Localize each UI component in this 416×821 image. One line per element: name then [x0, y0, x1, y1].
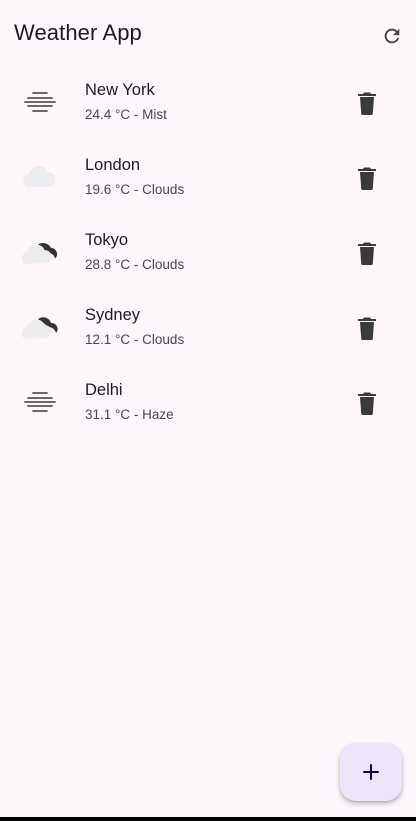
mist-icon [18, 80, 62, 124]
city-row[interactable]: Sydney 12.1 °C - Clouds [0, 289, 416, 364]
trash-icon [358, 317, 376, 340]
delete-city-button[interactable] [352, 88, 382, 118]
broken-clouds-icon [18, 230, 62, 274]
city-weather-detail: 12.1 °C - Clouds [85, 332, 185, 347]
broken-clouds-icon [18, 305, 62, 349]
city-weather-detail: 24.4 °C - Mist [85, 107, 167, 122]
add-city-button[interactable] [340, 743, 402, 801]
city-name: New York [85, 81, 155, 99]
plus-icon [363, 764, 379, 780]
app-bar: Weather App [0, 0, 416, 70]
city-weather-detail: 19.6 °C - Clouds [85, 182, 185, 197]
refresh-button[interactable] [376, 20, 408, 52]
trash-icon [358, 242, 376, 265]
system-nav-bar [0, 817, 416, 821]
trash-icon [358, 92, 376, 115]
page-title: Weather App [14, 20, 142, 45]
city-row[interactable]: London 19.6 °C - Clouds [0, 139, 416, 214]
cloud-icon [18, 155, 62, 199]
city-weather-detail: 28.8 °C - Clouds [85, 257, 185, 272]
delete-city-button[interactable] [352, 238, 382, 268]
trash-icon [358, 167, 376, 190]
trash-icon [358, 392, 376, 415]
city-name: Delhi [85, 381, 123, 399]
city-name: Sydney [85, 306, 141, 324]
city-list: New York 24.4 °C - Mist London 19.6 °C -… [0, 64, 416, 439]
delete-city-button[interactable] [352, 313, 382, 343]
city-row[interactable]: Tokyo 28.8 °C - Clouds [0, 214, 416, 289]
delete-city-button[interactable] [352, 163, 382, 193]
city-weather-detail: 31.1 °C - Haze [85, 407, 174, 422]
delete-city-button[interactable] [352, 388, 382, 418]
city-name: London [85, 156, 141, 174]
city-row[interactable]: Delhi 31.1 °C - Haze [0, 364, 416, 439]
refresh-icon [384, 28, 400, 44]
city-name: Tokyo [85, 231, 129, 249]
mist-icon [18, 380, 62, 424]
city-row[interactable]: New York 24.4 °C - Mist [0, 64, 416, 139]
